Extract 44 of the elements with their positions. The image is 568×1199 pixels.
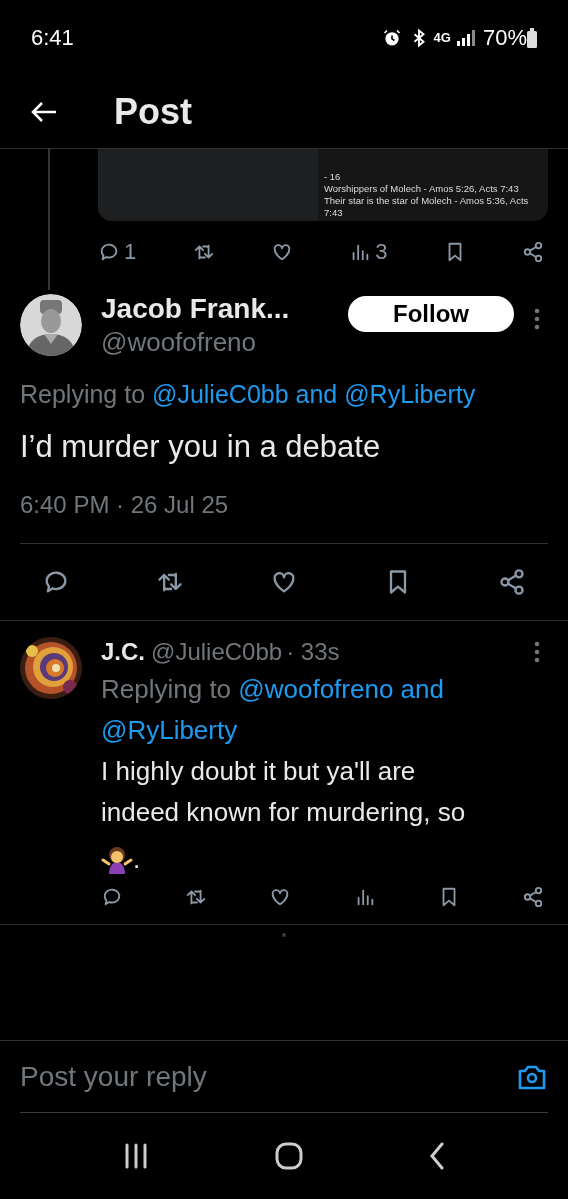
share-button[interactable] bbox=[498, 568, 526, 596]
clock-time: 6:41 bbox=[31, 24, 74, 52]
reply-text-end: . bbox=[133, 844, 141, 874]
recent-apps-icon[interactable] bbox=[123, 1143, 149, 1169]
home-icon[interactable] bbox=[275, 1142, 303, 1170]
author-name: Jacob Frank... bbox=[101, 292, 290, 326]
reply-button[interactable]: 1 bbox=[98, 241, 137, 263]
speech-bubble-icon bbox=[98, 241, 120, 263]
alarm-icon bbox=[381, 27, 402, 48]
share-button[interactable] bbox=[521, 886, 544, 908]
network-type: 4G bbox=[433, 31, 451, 44]
back-arrow-icon[interactable] bbox=[30, 99, 58, 124]
page-title: Post bbox=[114, 89, 192, 134]
more-options-icon[interactable] bbox=[534, 308, 540, 330]
post-timestamp: 6:40 PM · 26 Jul 25 bbox=[20, 490, 230, 520]
author-name: J.C. bbox=[101, 637, 145, 667]
signal-icon bbox=[456, 29, 475, 46]
share-button[interactable] bbox=[522, 241, 544, 263]
share-icon bbox=[498, 568, 526, 596]
views-button[interactable]: 3 bbox=[349, 241, 388, 263]
reply-field[interactable]: Post your reply bbox=[20, 1055, 516, 1098]
reply-button[interactable] bbox=[101, 886, 123, 908]
replying-line: Replying to @woofofreno and @RyLiberty bbox=[101, 673, 445, 747]
image-text-line: Their star is the star of Molech - Amos 5:36, Acts 7:43 bbox=[324, 195, 530, 219]
image-text-line: Worshippers of Molech - Amos 5:26, Acts 7:43 bbox=[324, 183, 520, 195]
battery-level: 70% bbox=[482, 24, 527, 52]
back-icon[interactable] bbox=[429, 1142, 445, 1170]
reply-text: I highly doubt it but ya'll are indeed known for murdering, so bbox=[101, 755, 467, 829]
share-icon bbox=[522, 241, 544, 263]
share-icon bbox=[521, 886, 544, 908]
post-text: I’d murder you in a debate bbox=[20, 428, 382, 466]
post-age: · 33s bbox=[286, 637, 340, 667]
more-options-icon[interactable] bbox=[534, 641, 540, 663]
image-text-line: - 16 bbox=[324, 171, 342, 183]
shrug-icon bbox=[101, 844, 133, 874]
follow-button[interactable]: Follow bbox=[348, 296, 514, 332]
author-handle: @woofofreno bbox=[101, 326, 258, 358]
author-handle: @JulieC0bb bbox=[151, 637, 283, 667]
mention-link[interactable]: @JulieC0bb and @RyLiberty bbox=[152, 380, 476, 408]
action-count: 3 bbox=[375, 241, 388, 263]
replying-label: Replying to bbox=[20, 380, 146, 408]
action-count: 1 bbox=[124, 241, 137, 263]
battery-icon bbox=[527, 27, 537, 48]
speech-bubble-icon bbox=[101, 886, 123, 908]
